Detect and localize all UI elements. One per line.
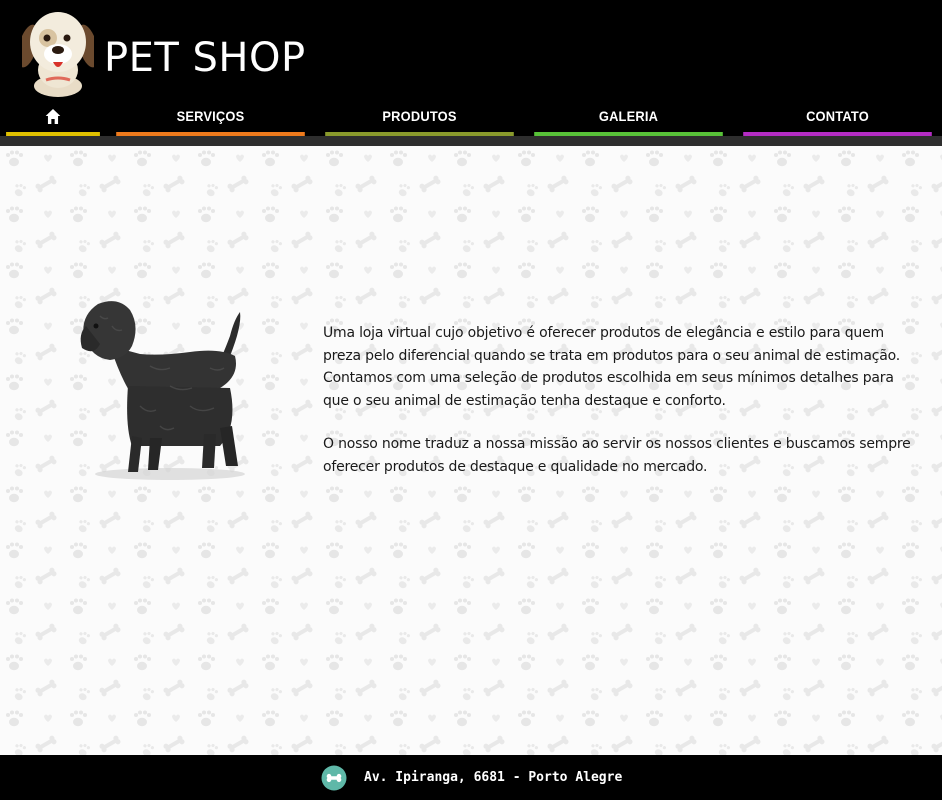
bone-icon (321, 765, 347, 791)
nav-servicos[interactable]: SERVIÇOS (114, 100, 306, 136)
home-icon (45, 108, 61, 124)
black-dog-photo (80, 301, 245, 480)
site-title: PET SHOP (104, 35, 306, 81)
cartoon-dog-logo-icon[interactable] (22, 6, 94, 98)
footer-address: Av. Ipiranga, 6681 - Porto Alegre (364, 770, 623, 785)
nav-galeria[interactable]: GALERIA (532, 100, 724, 136)
nav-galeria-label: GALERIA (598, 108, 659, 124)
main-nav: SERVIÇOS PRODUTOS GALERIA CONTATO (0, 100, 942, 136)
nav-servicos-label: SERVIÇOS (176, 108, 245, 124)
about-text: Uma loja virtual cujo objetivo é oferece… (323, 322, 917, 499)
main-content: Uma loja virtual cujo objetivo é oferece… (0, 146, 942, 755)
site-footer: Av. Ipiranga, 6681 - Porto Alegre (0, 755, 942, 800)
nav-produtos-label: PRODUTOS (382, 108, 457, 124)
nav-divider (0, 136, 942, 146)
about-paragraph-2: O nosso nome traduz a nossa missão ao se… (323, 436, 911, 475)
nav-home[interactable] (4, 100, 102, 136)
nav-produtos[interactable]: PRODUTOS (323, 100, 515, 136)
nav-contato-label: CONTATO (806, 108, 869, 124)
nav-contato[interactable]: CONTATO (741, 100, 933, 136)
site-header: PET SHOP SERVIÇOS PRODUTOS GALERIA CONTA… (0, 0, 942, 146)
about-paragraph-1: Uma loja virtual cujo objetivo é oferece… (323, 325, 900, 409)
